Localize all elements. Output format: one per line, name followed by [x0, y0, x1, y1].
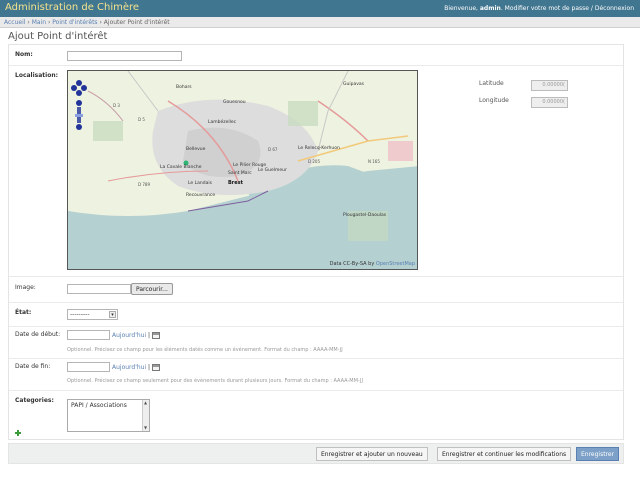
- svg-text:Gouesnou: Gouesnou: [223, 99, 246, 105]
- categories-label: Categories:: [15, 397, 54, 404]
- breadcrumb: Accueil › Main › Point d'intérêts › Ajou…: [0, 17, 640, 28]
- map-attribution: Data CC-By-SA by OpenStreetMap: [330, 261, 415, 267]
- logout-link[interactable]: Déconnexion: [595, 5, 634, 12]
- breadcrumb-model[interactable]: Point d'intérêts: [52, 19, 97, 26]
- svg-text:D 67: D 67: [268, 147, 278, 152]
- user-tools-separator: /: [590, 5, 593, 12]
- svg-text:D 205: D 205: [308, 159, 320, 164]
- svg-text:D 3: D 3: [113, 103, 120, 108]
- location-map[interactable]: Bohars Guipavas Gouesnou Lambézellec Bel…: [67, 70, 418, 270]
- end-date-help: Optionnel. Précisez ce champ seulement p…: [67, 378, 363, 384]
- name-row: Nom:: [9, 45, 623, 66]
- site-brand[interactable]: Administration de Chimère: [5, 2, 139, 13]
- username: admin: [479, 5, 501, 12]
- start-date-separator: |: [148, 332, 151, 339]
- scroll-down-icon[interactable]: ▼: [144, 426, 148, 430]
- change-password-link[interactable]: Modifier votre mot de passe: [505, 5, 589, 12]
- name-label: Nom:: [15, 51, 33, 58]
- category-option[interactable]: PAPI / Associations: [71, 402, 146, 409]
- end-date-label: Date de fin:: [15, 363, 51, 370]
- submit-row: Enregistrer et ajouter un nouveau Enregi…: [8, 443, 624, 464]
- svg-text:Le Guelmeur: Le Guelmeur: [258, 167, 287, 173]
- svg-text:Bellevue: Bellevue: [186, 146, 206, 152]
- calendar-icon[interactable]: [152, 332, 160, 339]
- end-date-today-link[interactable]: Aujourd'hui: [112, 364, 146, 371]
- longitude-input[interactable]: 0.00000(: [531, 97, 568, 108]
- categories-multiselect[interactable]: PAPI / Associations ▲ ▼: [67, 399, 150, 432]
- poi-form: Nom: Localisation: Bohars Guipavas Goues…: [8, 44, 624, 440]
- scroll-up-icon[interactable]: ▲: [144, 401, 148, 405]
- end-date-input[interactable]: [67, 362, 110, 372]
- state-row: État: --------- ▾: [9, 303, 623, 327]
- svg-text:N 165: N 165: [368, 159, 380, 164]
- start-date-label: Date de début:: [15, 331, 61, 338]
- latitude-input[interactable]: 0.00000(: [531, 80, 568, 91]
- svg-text:La Cavale Blanche: La Cavale Blanche: [160, 164, 202, 170]
- end-date-separator: |: [148, 364, 151, 371]
- state-selected-value: ---------: [70, 311, 90, 318]
- start-date-help: Optionnel. Précisez ce champ pour les él…: [67, 347, 343, 353]
- header-bar: Administration de Chimère Bienvenue, adm…: [0, 0, 640, 17]
- browse-button[interactable]: Parcourir...: [131, 283, 173, 295]
- attribution-text: Data CC-By-SA by: [329, 261, 375, 267]
- map-canvas[interactable]: Bohars Guipavas Gouesnou Lambézellec Bel…: [68, 71, 418, 270]
- breadcrumb-current: Ajouter Point d'intérêt: [103, 19, 170, 26]
- start-date-input[interactable]: [67, 330, 110, 340]
- breadcrumb-separator: ›: [27, 19, 30, 26]
- svg-text:Saint Marc: Saint Marc: [228, 170, 252, 176]
- svg-text:Lambézellec: Lambézellec: [208, 118, 237, 125]
- start-date-today-link[interactable]: Aujourd'hui: [112, 332, 146, 339]
- breadcrumb-separator: ›: [47, 19, 51, 26]
- breadcrumb-separator: ›: [99, 19, 102, 26]
- latitude-label: Latitude: [479, 80, 504, 87]
- image-file-field[interactable]: [67, 284, 131, 294]
- chevron-down-icon: ▾: [109, 311, 116, 318]
- scrollbar[interactable]: ▲ ▼: [142, 400, 149, 431]
- longitude-label: Longitude: [479, 97, 509, 104]
- add-category-icon[interactable]: [15, 430, 21, 436]
- attribution-link[interactable]: OpenStreetMap: [376, 261, 415, 267]
- save-button[interactable]: Enregistrer: [576, 447, 620, 461]
- svg-text:Plougastel-Daoulas: Plougastel-Daoulas: [343, 212, 387, 218]
- svg-text:D 5: D 5: [138, 117, 145, 122]
- image-row: Image: Parcourir...: [9, 277, 623, 303]
- svg-text:D 789: D 789: [138, 182, 150, 187]
- svg-text:Recouvrance: Recouvrance: [186, 192, 215, 198]
- svg-text:Le Landais: Le Landais: [188, 180, 213, 186]
- end-date-row: Date de fin: Aujourd'hui | Optionnel. Pr…: [9, 359, 623, 391]
- svg-text:Brest: Brest: [228, 180, 244, 186]
- user-tools: Bienvenue, admin. Modifier votre mot de …: [444, 5, 634, 12]
- name-input[interactable]: [67, 51, 182, 61]
- calendar-icon[interactable]: [152, 364, 160, 371]
- start-date-row: Date de début: Aujourd'hui | Optionnel. …: [9, 327, 623, 359]
- location-row: Localisation: Bohars Guipavas Gouesnou L…: [9, 66, 623, 277]
- welcome-text: Bienvenue,: [444, 5, 478, 12]
- svg-text:Bohars: Bohars: [176, 84, 192, 90]
- breadcrumb-app[interactable]: Main: [32, 19, 46, 26]
- image-label: Image:: [15, 284, 36, 291]
- save-and-add-button[interactable]: Enregistrer et ajouter un nouveau: [316, 447, 428, 461]
- categories-row: Categories: PAPI / Associations ▲ ▼: [9, 391, 623, 441]
- state-select[interactable]: --------- ▾: [67, 309, 118, 320]
- svg-text:Le Relecq-Kerhuon: Le Relecq-Kerhuon: [298, 145, 340, 151]
- state-label: État:: [15, 309, 32, 316]
- location-label: Localisation:: [15, 72, 59, 79]
- save-and-continue-button[interactable]: Enregistrer et continuer les modificatio…: [437, 447, 572, 461]
- svg-text:Guipavas: Guipavas: [343, 81, 365, 87]
- pan-zoom-icon[interactable]: [71, 76, 87, 136]
- page-title: Ajout Point d'intérêt: [8, 31, 108, 42]
- breadcrumb-home[interactable]: Accueil: [4, 19, 25, 26]
